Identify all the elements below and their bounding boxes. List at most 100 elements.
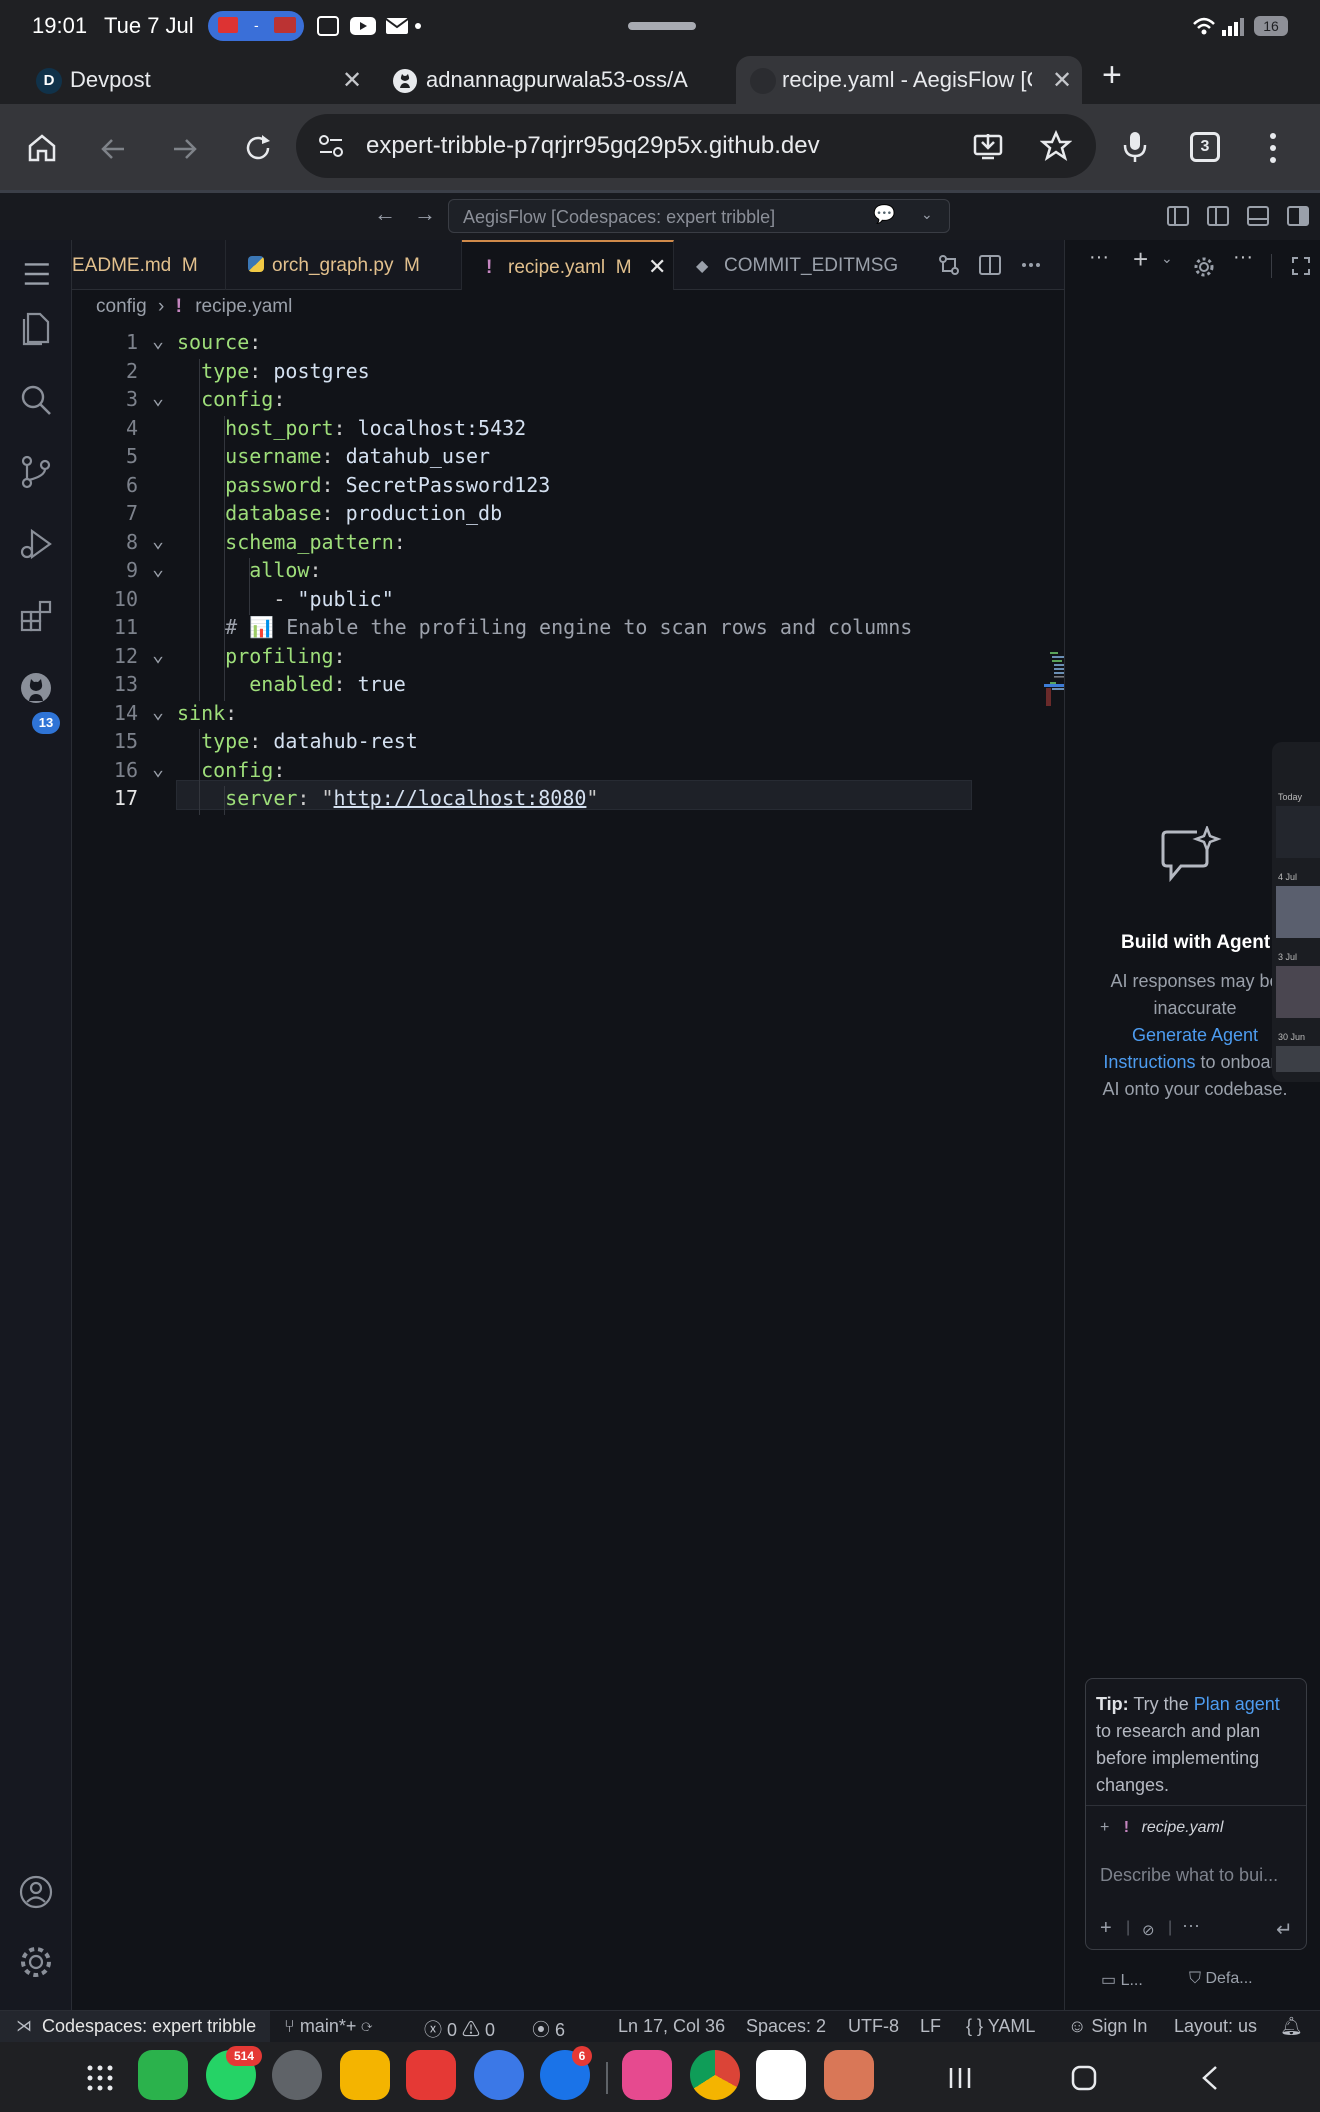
- code-line[interactable]: enabled: true: [177, 672, 406, 696]
- add-context-icon[interactable]: +: [1100, 1819, 1109, 1836]
- search-icon[interactable]: [18, 382, 54, 418]
- nav-back-icon[interactable]: ←: [374, 201, 396, 227]
- breadcrumb-file[interactable]: recipe.yaml: [195, 296, 292, 317]
- close-tab-icon[interactable]: ✕: [342, 66, 362, 95]
- code-line[interactable]: config:: [177, 758, 285, 782]
- chevron-down-icon[interactable]: ⌄: [1161, 250, 1173, 267]
- chat-model-picker[interactable]: ⛉ Defa...: [1189, 1970, 1253, 1988]
- gear-icon[interactable]: [18, 1944, 54, 1980]
- menu-icon[interactable]: [20, 256, 56, 292]
- eol[interactable]: LF: [920, 2016, 941, 2037]
- code-line[interactable]: sink:: [177, 701, 237, 725]
- gemini-app-icon[interactable]: [756, 2050, 806, 2100]
- close-tab-icon[interactable]: ✕: [1052, 66, 1072, 95]
- close-icon[interactable]: ✕: [648, 254, 666, 280]
- install-app-icon[interactable]: [972, 130, 1004, 162]
- code-line[interactable]: type: datahub-rest: [177, 729, 418, 753]
- notes-app-icon[interactable]: [406, 2050, 456, 2100]
- new-chat-button[interactable]: +: [1133, 244, 1148, 275]
- ports-indicator[interactable]: ⦿ 6: [532, 2016, 565, 2042]
- code-line[interactable]: # 📊 Enable the profiling engine to scan …: [177, 615, 912, 639]
- extensions-icon[interactable]: [18, 598, 54, 634]
- plan-agent-link[interactable]: Plan agent: [1194, 1694, 1280, 1714]
- tab-readme[interactable]: EADME.md M: [72, 240, 226, 290]
- browser-tab-devpost[interactable]: D Devpost ✕: [20, 56, 370, 104]
- recents-icon[interactable]: [946, 2064, 974, 2092]
- editor-actions[interactable]: [938, 254, 1048, 276]
- chat-mode-picker[interactable]: ▭ L...: [1101, 1970, 1143, 1990]
- code-line[interactable]: password: SecretPassword123: [177, 473, 550, 497]
- code-line[interactable]: source:: [177, 330, 261, 354]
- code-line[interactable]: schema_pattern:: [177, 530, 406, 554]
- command-center[interactable]: AegisFlow [Codespaces: expert tribble] 💬…: [448, 199, 950, 233]
- browser-tab-github[interactable]: adnannagpurwala53-oss/A: [380, 56, 734, 104]
- chrome-app-icon[interactable]: [690, 2050, 740, 2100]
- chat-icon[interactable]: 💬: [873, 204, 895, 225]
- encoding[interactable]: UTF-8: [848, 2016, 899, 2037]
- address-bar[interactable]: expert-tribble-p7qrjrr95gq29p5x.github.d…: [296, 114, 1096, 178]
- home-icon[interactable]: [1070, 2064, 1098, 2092]
- fold-chevron-icon[interactable]: ⌄: [152, 642, 164, 666]
- fold-chevron-icon[interactable]: ⌄: [152, 699, 164, 723]
- run-debug-icon[interactable]: [18, 526, 54, 562]
- code-line[interactable]: config:: [177, 387, 285, 411]
- code-line[interactable]: host_port: localhost:5432: [177, 416, 526, 440]
- nav-forward-icon[interactable]: →: [414, 201, 436, 227]
- chevron-down-icon[interactable]: ⌄: [921, 206, 933, 223]
- remote-indicator[interactable]: ⋊ Codespaces: expert tribble: [0, 2011, 270, 2042]
- layout-controls[interactable]: [1166, 205, 1316, 227]
- breadcrumb-folder[interactable]: config: [96, 296, 147, 317]
- thumbnail[interactable]: [1276, 1046, 1320, 1072]
- code-line[interactable]: database: production_db: [177, 501, 502, 525]
- browser-tab-vscode[interactable]: recipe.yaml - AegisFlow [Co ✕: [736, 56, 1082, 104]
- thumbnail[interactable]: [1276, 886, 1320, 938]
- site-info-icon[interactable]: [318, 134, 344, 158]
- back-icon[interactable]: [98, 134, 128, 164]
- add-icon[interactable]: +: [1100, 1917, 1112, 1940]
- tools-icon[interactable]: ⊘: [1142, 1921, 1155, 1939]
- code-line[interactable]: - "public": [177, 587, 393, 611]
- fold-chevron-icon[interactable]: ⌄: [152, 556, 164, 580]
- bookmark-star-icon[interactable]: [1040, 130, 1072, 162]
- fold-chevron-icon[interactable]: ⌄: [152, 756, 164, 780]
- recent-screenshots-strip[interactable]: Today 4 Jul 3 Jul 30 Jun: [1272, 742, 1320, 1082]
- code-editor[interactable]: 1 ⌄ source: 2 type: postgres 3 ⌄ config: 4 hos…: [72, 326, 1110, 2006]
- fold-chevron-icon[interactable]: ⌄: [152, 528, 164, 552]
- code-line[interactable]: type: postgres: [177, 359, 370, 383]
- indentation[interactable]: Spaces: 2: [746, 2016, 826, 2037]
- back-icon[interactable]: [1198, 2064, 1222, 2092]
- code-line[interactable]: server: "http://localhost:8080": [177, 786, 598, 810]
- tab-recipe-yaml[interactable]: ! recipe.yaml M ✕: [462, 240, 674, 290]
- home-icon[interactable]: [26, 132, 58, 164]
- gallery-app-icon[interactable]: [622, 2050, 672, 2100]
- fold-chevron-icon[interactable]: ⌄: [152, 328, 164, 352]
- chat-menu-icon[interactable]: ···: [1233, 246, 1253, 269]
- fold-chevron-icon[interactable]: ⌄: [152, 385, 164, 409]
- drag-handle[interactable]: [628, 22, 696, 30]
- tab-switcher-button[interactable]: 3: [1190, 132, 1220, 162]
- keyboard-layout[interactable]: Layout: us: [1174, 2016, 1257, 2037]
- language-mode[interactable]: { } YAML: [966, 2016, 1035, 2037]
- cursor-position[interactable]: Ln 17, Col 36: [618, 2016, 725, 2037]
- github-icon[interactable]: [18, 670, 54, 706]
- phone-app-icon[interactable]: [138, 2050, 188, 2100]
- branch-indicator[interactable]: ⑂ main*+ ⟳: [284, 2016, 372, 2037]
- settings-app-icon[interactable]: [272, 2050, 322, 2100]
- sign-in[interactable]: ☺ Sign In: [1068, 2016, 1147, 2037]
- notification-pill[interactable]: -: [208, 11, 304, 41]
- maximize-icon[interactable]: [1291, 256, 1311, 276]
- tab-orch-graph[interactable]: orch_graph.py M: [228, 240, 462, 290]
- send-icon[interactable]: ↵: [1276, 1917, 1293, 1942]
- thumbnail[interactable]: [1276, 966, 1320, 1018]
- files-app-icon[interactable]: [340, 2050, 390, 2100]
- source-control-icon[interactable]: [18, 454, 54, 490]
- context-attachment[interactable]: + ! recipe.yaml: [1100, 1819, 1240, 1845]
- bell-icon[interactable]: 🔔︎: [1280, 2016, 1303, 2037]
- more-icon[interactable]: ···: [1182, 1915, 1200, 1936]
- chat-more-icon[interactable]: ···: [1089, 246, 1109, 269]
- thumbnail[interactable]: [1276, 806, 1320, 858]
- new-tab-button[interactable]: +: [1102, 56, 1122, 95]
- microphone-icon[interactable]: [1120, 130, 1150, 164]
- reload-icon[interactable]: [242, 132, 274, 164]
- problems-indicator[interactable]: ⓧ 0 ⚠ 0: [424, 2016, 495, 2042]
